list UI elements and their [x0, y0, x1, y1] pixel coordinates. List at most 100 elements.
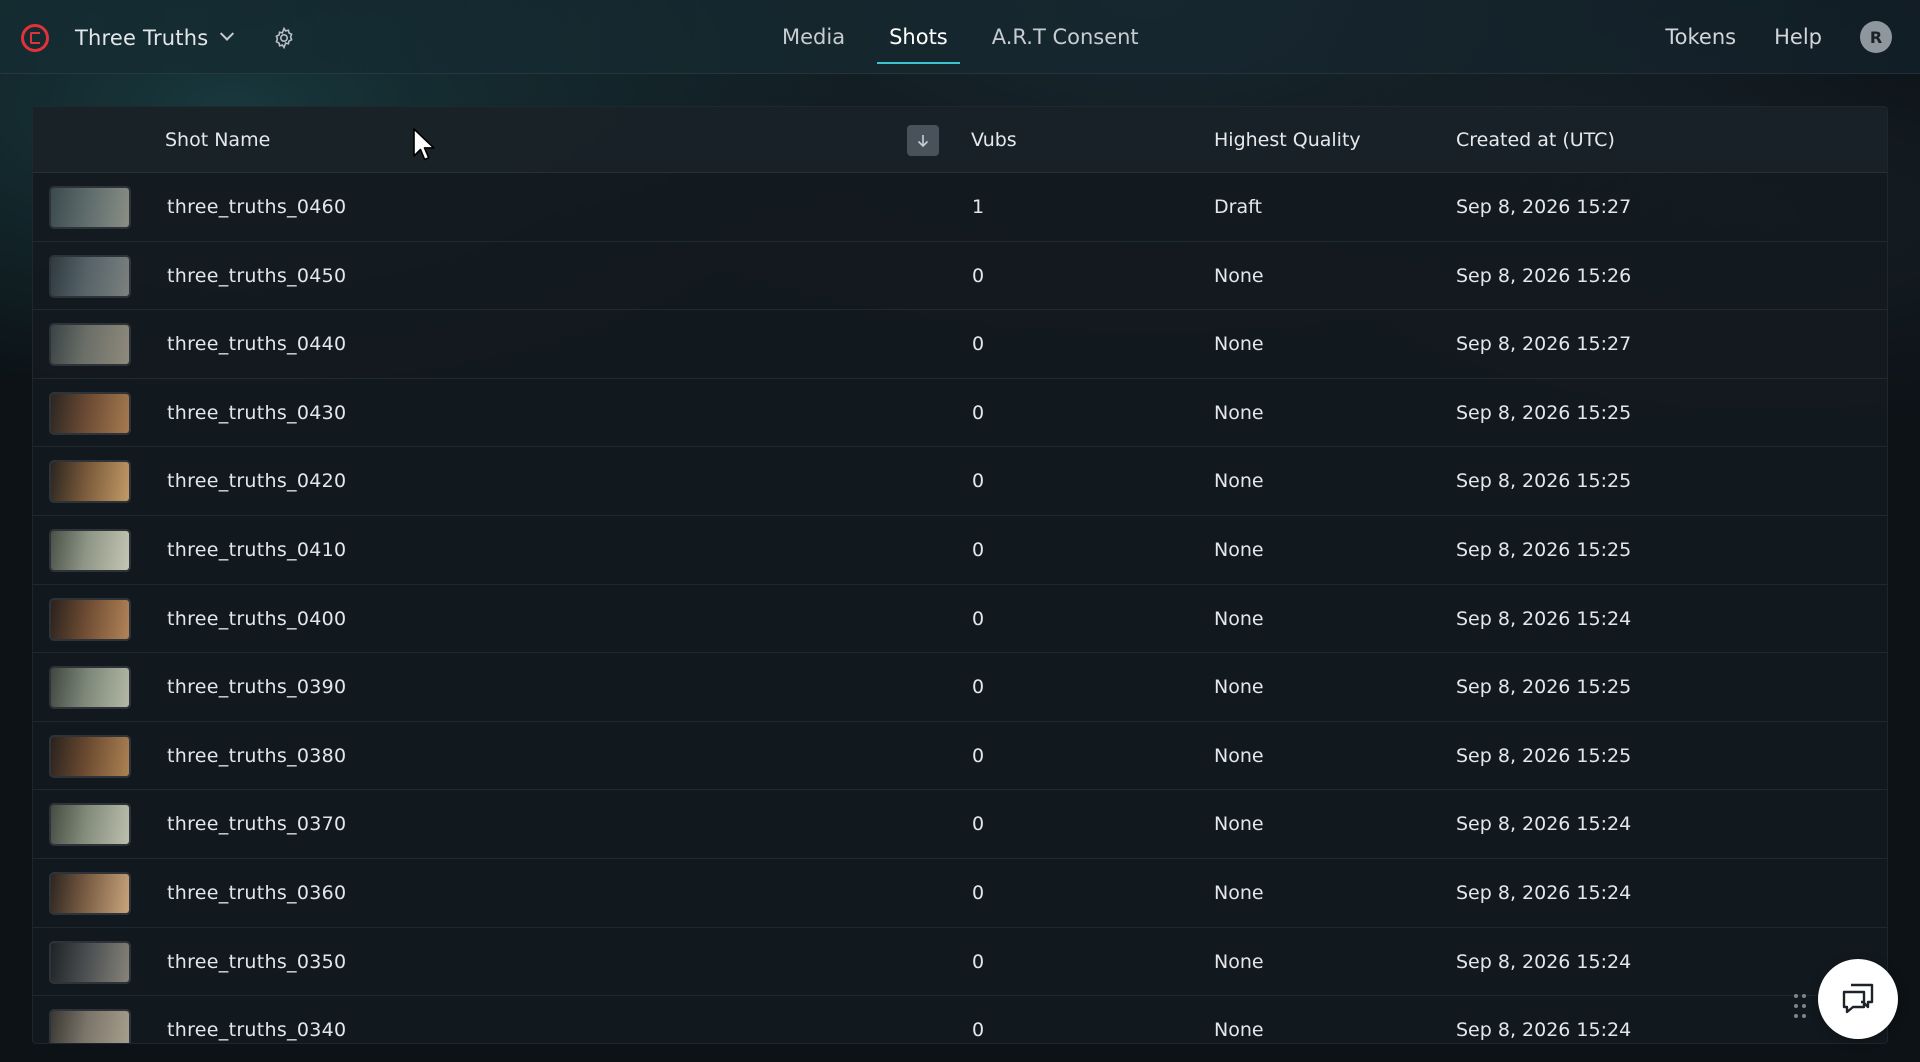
shot-thumbnail[interactable]: [49, 254, 131, 298]
shot-thumbnail[interactable]: [49, 803, 131, 847]
chat-bubble-icon: [1842, 983, 1874, 1014]
created-at: Sep 8, 2026 15:27: [1456, 333, 1632, 356]
shot-thumbnail[interactable]: [49, 528, 131, 572]
table-row[interactable]: three_truths_0440 0 None Sep 8, 2026 15:27: [33, 310, 1887, 379]
table-row[interactable]: three_truths_0460 1 Draft Sep 8, 2026 15:27: [33, 173, 1887, 242]
created-at: Sep 8, 2026 15:25: [1456, 676, 1632, 699]
vubs-count: 0: [972, 881, 985, 904]
table-row[interactable]: three_truths_0400 0 None Sep 8, 2026 15:24: [33, 585, 1887, 654]
vubs-count: 0: [972, 744, 985, 767]
tokens-link[interactable]: Tokens: [1665, 25, 1736, 49]
highest-quality: None: [1214, 813, 1264, 836]
table-row[interactable]: three_truths_0380 0 None Sep 8, 2026 15:25: [33, 722, 1887, 791]
gear-icon[interactable]: [272, 26, 296, 50]
table-body: three_truths_0460 1 Draft Sep 8, 2026 15:27…: [33, 173, 1887, 1043]
highest-quality: Draft: [1214, 196, 1262, 218]
sort-button[interactable]: [907, 125, 939, 156]
vubs-count: 0: [972, 333, 985, 356]
highest-quality: None: [1214, 401, 1264, 424]
table-row[interactable]: three_truths_0350 0 None Sep 8, 2026 15:24: [33, 928, 1887, 997]
shot-thumbnail[interactable]: [49, 734, 131, 778]
highest-quality: None: [1214, 333, 1264, 356]
table-row[interactable]: three_truths_0340 0 None Sep 8, 2026 15:24: [33, 996, 1887, 1043]
highest-quality: None: [1214, 881, 1264, 904]
shot-name[interactable]: three_truths_0460: [167, 173, 346, 241]
column-header-vubs[interactable]: Vubs: [971, 107, 1017, 173]
created-at: Sep 8, 2026 15:24: [1456, 950, 1632, 973]
top-navigation-bar: Three Truths Media Shots A.R.T Consent T…: [0, 0, 1920, 74]
chat-button[interactable]: [1818, 959, 1898, 1039]
table-header: Shot Name Vubs Highest Quality Created a…: [33, 107, 1887, 173]
shot-thumbnail[interactable]: [49, 940, 131, 984]
created-at: Sep 8, 2026 15:25: [1456, 744, 1632, 767]
shot-thumbnail[interactable]: [49, 871, 131, 915]
column-header-highest-quality[interactable]: Highest Quality: [1214, 107, 1361, 173]
table-row[interactable]: three_truths_0450 0 None Sep 8, 2026 15:26: [33, 242, 1887, 311]
vubs-count: 0: [972, 401, 985, 424]
shot-name[interactable]: three_truths_0440: [167, 310, 346, 378]
vubs-count: 0: [972, 950, 985, 973]
tab-art-consent[interactable]: A.R.T Consent: [970, 0, 1161, 74]
vubs-count: 0: [972, 607, 985, 630]
shot-name[interactable]: three_truths_0340: [167, 996, 346, 1043]
avatar[interactable]: R: [1860, 21, 1892, 53]
shot-thumbnail[interactable]: [49, 460, 131, 504]
shot-thumbnail[interactable]: [49, 597, 131, 641]
highest-quality: None: [1214, 950, 1264, 973]
created-at: Sep 8, 2026 15:24: [1456, 813, 1632, 836]
highest-quality: None: [1214, 264, 1264, 287]
created-at: Sep 8, 2026 15:24: [1456, 881, 1632, 904]
help-link[interactable]: Help: [1774, 25, 1822, 49]
shot-name[interactable]: three_truths_0360: [167, 859, 346, 927]
vubs-count: 0: [972, 1019, 985, 1042]
table-row[interactable]: three_truths_0390 0 None Sep 8, 2026 15:25: [33, 653, 1887, 722]
brand-logo-icon[interactable]: [21, 24, 49, 52]
shot-thumbnail[interactable]: [49, 391, 131, 435]
vubs-count: 0: [972, 813, 985, 836]
mouse-cursor-icon: [413, 128, 435, 161]
shot-name[interactable]: three_truths_0430: [167, 379, 346, 447]
shot-name[interactable]: three_truths_0450: [167, 242, 346, 310]
highest-quality: None: [1214, 676, 1264, 699]
right-navigation: Tokens Help R: [1665, 0, 1892, 74]
arrow-down-icon: [917, 134, 929, 147]
table-row[interactable]: three_truths_0370 0 None Sep 8, 2026 15:24: [33, 790, 1887, 859]
highest-quality: None: [1214, 538, 1264, 561]
shot-name[interactable]: three_truths_0410: [167, 516, 346, 584]
shots-table: Shot Name Vubs Highest Quality Created a…: [32, 106, 1888, 1044]
shot-name[interactable]: three_truths_0400: [167, 585, 346, 653]
column-header-created-at[interactable]: Created at (UTC): [1456, 107, 1615, 173]
shot-thumbnail[interactable]: [49, 666, 131, 710]
shot-name[interactable]: three_truths_0350: [167, 928, 346, 996]
created-at: Sep 8, 2026 15:27: [1456, 196, 1632, 218]
column-header-shot-name[interactable]: Shot Name: [165, 107, 270, 173]
vubs-count: 0: [972, 676, 985, 699]
created-at: Sep 8, 2026 15:25: [1456, 470, 1632, 493]
chevron-down-icon: [220, 26, 235, 41]
table-row[interactable]: three_truths_0360 0 None Sep 8, 2026 15:24: [33, 859, 1887, 928]
shot-thumbnail[interactable]: [49, 1009, 131, 1043]
shot-thumbnail[interactable]: [49, 186, 131, 229]
vubs-count: 1: [972, 196, 985, 218]
drag-handle-icon[interactable]: [1793, 993, 1807, 1019]
created-at: Sep 8, 2026 15:24: [1456, 607, 1632, 630]
shot-name[interactable]: three_truths_0380: [167, 722, 346, 790]
tab-shots[interactable]: Shots: [867, 0, 970, 74]
tab-media[interactable]: Media: [760, 0, 867, 74]
shot-name[interactable]: three_truths_0420: [167, 447, 346, 515]
table-row[interactable]: three_truths_0430 0 None Sep 8, 2026 15:25: [33, 379, 1887, 448]
highest-quality: None: [1214, 1019, 1264, 1042]
shot-name[interactable]: three_truths_0370: [167, 790, 346, 858]
vubs-count: 0: [972, 470, 985, 493]
table-row[interactable]: three_truths_0420 0 None Sep 8, 2026 15:25: [33, 447, 1887, 516]
vubs-count: 0: [972, 264, 985, 287]
vubs-count: 0: [972, 538, 985, 561]
shot-name[interactable]: three_truths_0390: [167, 653, 346, 721]
created-at: Sep 8, 2026 15:24: [1456, 1019, 1632, 1042]
shot-thumbnail[interactable]: [49, 323, 131, 367]
created-at: Sep 8, 2026 15:26: [1456, 264, 1632, 287]
table-row[interactable]: three_truths_0410 0 None Sep 8, 2026 15:25: [33, 516, 1887, 585]
highest-quality: None: [1214, 470, 1264, 493]
project-selector[interactable]: Three Truths: [75, 24, 235, 52]
highest-quality: None: [1214, 607, 1264, 630]
